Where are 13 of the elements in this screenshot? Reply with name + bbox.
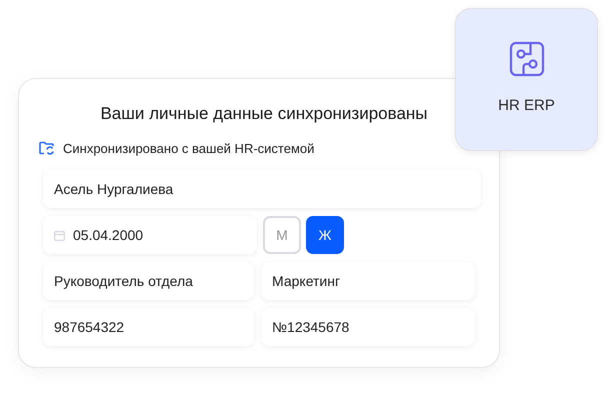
position-field[interactable]: Руководитель отдела xyxy=(43,262,254,300)
document-field[interactable]: №12345678 xyxy=(261,308,475,346)
calendar-icon xyxy=(54,230,65,240)
name-field[interactable]: Асель Нургалиева xyxy=(43,170,481,208)
phone-field[interactable]: 987654322 xyxy=(43,308,254,346)
card-title: Ваши личные данные синхронизированы xyxy=(99,103,429,125)
circuit-icon xyxy=(508,41,544,78)
date-field[interactable]: 05.04.2000 xyxy=(43,216,257,254)
sync-status: Синхронизировано с вашей HR-системой xyxy=(63,140,314,158)
department-field[interactable]: Маркетинг xyxy=(261,262,475,300)
folder-sync-icon xyxy=(39,141,55,156)
gender-toggle[interactable]: Ж xyxy=(306,216,344,254)
integration-label: HR ERP xyxy=(498,96,555,116)
